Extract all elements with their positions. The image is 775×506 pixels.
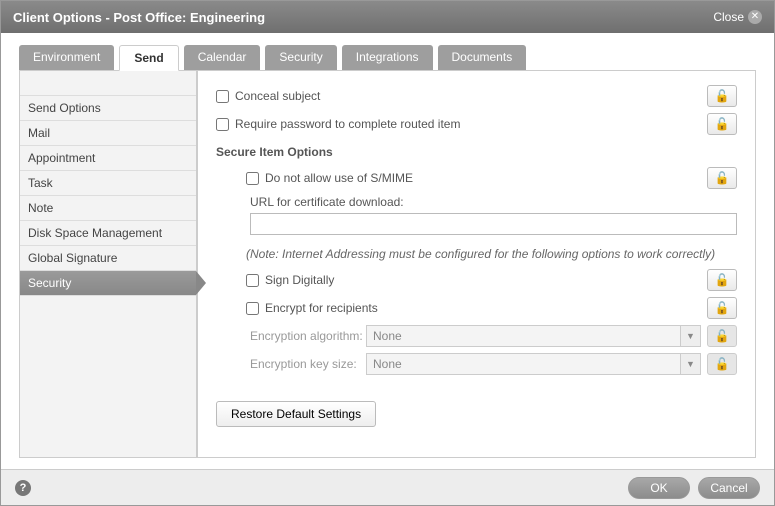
close-icon: ✕ <box>748 10 762 24</box>
restore-defaults-button[interactable]: Restore Default Settings <box>216 401 376 427</box>
tab-security[interactable]: Security <box>265 45 336 71</box>
encryption-key-select: None ▼ <box>366 353 701 375</box>
lock-button-encrypt[interactable]: 🔓 <box>707 297 737 319</box>
window-title: Client Options - Post Office: Engineerin… <box>13 10 265 25</box>
encrypt-recipients-label: Encrypt for recipients <box>265 301 378 315</box>
encrypt-recipients-checkbox[interactable] <box>246 302 259 315</box>
no-smime-checkbox[interactable] <box>246 172 259 185</box>
sidebar-item-disk-space[interactable]: Disk Space Management <box>20 221 196 246</box>
sidebar: Send Options Mail Appointment Task Note … <box>20 71 198 457</box>
require-password-label: Require password to complete routed item <box>235 117 460 131</box>
sign-digitally-label: Sign Digitally <box>265 273 334 287</box>
sidebar-item-send-options[interactable]: Send Options <box>20 95 196 121</box>
client-options-window: Client Options - Post Office: Engineerin… <box>0 0 775 506</box>
help-icon[interactable]: ? <box>15 480 31 496</box>
lock-button-smime[interactable]: 🔓 <box>707 167 737 189</box>
encryption-algorithm-select: None ▼ <box>366 325 701 347</box>
content-area: Send Options Mail Appointment Task Note … <box>19 70 756 458</box>
lock-button-require-password[interactable]: 🔓 <box>707 113 737 135</box>
tab-environment[interactable]: Environment <box>19 45 114 71</box>
encryption-algorithm-value: None <box>373 329 402 343</box>
lock-button-enc-key: 🔓 <box>707 353 737 375</box>
lock-button-sign[interactable]: 🔓 <box>707 269 737 291</box>
ok-button[interactable]: OK <box>628 477 690 499</box>
sidebar-item-task[interactable]: Task <box>20 171 196 196</box>
tab-integrations[interactable]: Integrations <box>342 45 433 71</box>
sidebar-item-security[interactable]: Security <box>20 271 196 296</box>
no-smime-label: Do not allow use of S/MIME <box>265 171 413 185</box>
unlock-icon: 🔓 <box>715 329 730 343</box>
url-download-input[interactable] <box>250 213 737 235</box>
titlebar: Client Options - Post Office: Engineerin… <box>1 1 774 33</box>
unlock-icon: 🔓 <box>715 117 730 131</box>
conceal-subject-checkbox[interactable] <box>216 90 229 103</box>
close-label: Close <box>713 10 744 24</box>
encryption-key-value: None <box>373 357 402 371</box>
unlock-icon: 🔓 <box>715 301 730 315</box>
chevron-down-icon: ▼ <box>680 354 700 374</box>
unlock-icon: 🔓 <box>715 357 730 371</box>
tab-calendar[interactable]: Calendar <box>184 45 261 71</box>
encryption-algorithm-label: Encryption algorithm: <box>216 329 366 343</box>
lock-button-enc-alg: 🔓 <box>707 325 737 347</box>
sidebar-item-note[interactable]: Note <box>20 196 196 221</box>
sign-digitally-checkbox[interactable] <box>246 274 259 287</box>
encryption-key-label: Encryption key size: <box>216 357 366 371</box>
sidebar-item-appointment[interactable]: Appointment <box>20 146 196 171</box>
unlock-icon: 🔓 <box>715 171 730 185</box>
tab-send[interactable]: Send <box>119 45 178 71</box>
tab-documents[interactable]: Documents <box>438 45 527 71</box>
close-button[interactable]: Close ✕ <box>713 10 762 24</box>
tab-bar: Environment Send Calendar Security Integ… <box>1 33 774 71</box>
chevron-down-icon: ▼ <box>680 326 700 346</box>
secure-item-heading: Secure Item Options <box>216 145 737 159</box>
footer: ? OK Cancel <box>1 469 774 505</box>
require-password-checkbox[interactable] <box>216 118 229 131</box>
lock-button-conceal[interactable]: 🔓 <box>707 85 737 107</box>
conceal-subject-label: Conceal subject <box>235 89 320 103</box>
url-download-label: URL for certificate download: <box>250 195 737 209</box>
unlock-icon: 🔓 <box>715 89 730 103</box>
sidebar-item-mail[interactable]: Mail <box>20 121 196 146</box>
internet-addressing-note: (Note: Internet Addressing must be confi… <box>246 247 737 261</box>
cancel-button[interactable]: Cancel <box>698 477 760 499</box>
main-panel: Conceal subject 🔓 Require password to co… <box>198 71 755 457</box>
sidebar-item-global-signature[interactable]: Global Signature <box>20 246 196 271</box>
unlock-icon: 🔓 <box>715 273 730 287</box>
